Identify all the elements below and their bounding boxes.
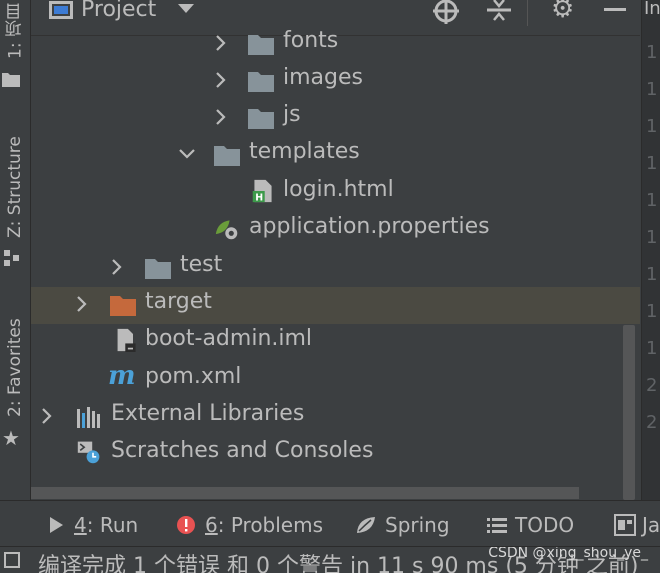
error-icon — [177, 516, 195, 534]
gutter-line-number: 1 — [646, 264, 658, 285]
maven-icon: m — [108, 361, 136, 391]
tree-item-images[interactable]: images — [31, 63, 640, 100]
tree-item-label: application.properties — [249, 214, 490, 239]
project-tree: fonts images js templates H login.html a… — [31, 28, 640, 486]
chevron-down-icon[interactable] — [177, 144, 197, 164]
tree-item-label: images — [283, 65, 363, 90]
folder-icon — [145, 259, 171, 279]
watermark: CSDN @xing_shou_ye_ — [488, 546, 648, 561]
tree-item-label: pom.xml — [145, 364, 242, 389]
gutter-line-number: 1 — [646, 227, 658, 248]
tab-run[interactable]: 4 : Run — [48, 513, 138, 537]
tab-spring-label: Spring — [385, 513, 450, 537]
chevron-right-icon[interactable] — [214, 70, 228, 90]
html-file-icon: H — [252, 179, 272, 203]
tree-item-scratches[interactable]: Scratches and Consoles — [31, 436, 640, 473]
scratches-icon — [77, 441, 100, 464]
tree-item-label: target — [145, 289, 212, 314]
tree-item-external-libraries[interactable]: External Libraries — [31, 399, 640, 436]
spring-leaf-icon — [357, 517, 375, 533]
tab-favorites[interactable]: 2: Favorites — [2, 310, 28, 425]
tree-item-label: templates — [249, 139, 360, 164]
tree-item-label: login.html — [283, 177, 394, 202]
tab-java-enterprise[interactable]: Ja — [614, 513, 660, 537]
gutter-line-number: 2 — [646, 412, 658, 433]
tree-item-boot-admin-iml[interactable]: boot-admin.iml — [31, 324, 640, 361]
chevron-right-icon[interactable] — [214, 107, 228, 127]
gear-icon[interactable]: ⚙ — [551, 0, 577, 22]
project-title[interactable]: Project — [81, 0, 156, 22]
folder-icon — [248, 35, 274, 55]
status-bar: 编译完成 1 个错误 和 0 个警告 in 11 s 90 ms (5 分钟 之… — [0, 546, 660, 573]
tab-favorites-label: 2: Favorites — [5, 318, 25, 417]
tab-problems-label: : Problems — [217, 513, 324, 537]
left-tool-strip: 1: 项目 Z: Structure 2: Favorites ★ — [0, 0, 31, 500]
tree-item-label: Scratches and Consoles — [111, 438, 374, 463]
divider — [527, 0, 528, 26]
libraries-icon — [77, 407, 100, 428]
iml-file-icon — [117, 328, 136, 352]
tab-structure-label: Z: Structure — [5, 136, 25, 238]
spring-properties-icon — [215, 220, 238, 240]
gutter-line-number: 1 — [646, 79, 658, 100]
project-view-icon — [49, 1, 73, 19]
tab-structure[interactable]: Z: Structure — [2, 128, 28, 246]
tab-todo[interactable]: TODO — [487, 513, 574, 537]
gutter-line-number: 1 — [646, 190, 658, 211]
play-icon — [50, 517, 63, 533]
tree-item-application-properties[interactable]: application.properties — [31, 212, 640, 249]
chevron-right-icon[interactable] — [40, 406, 54, 426]
collapse-all-icon[interactable] — [487, 0, 511, 22]
minimize-icon[interactable] — [604, 8, 626, 11]
java-enterprise-icon — [614, 514, 636, 536]
tree-item-label: External Libraries — [111, 401, 305, 426]
tree-item-pom-xml[interactable]: m pom.xml — [31, 361, 640, 399]
tab-todo-label: TODO — [515, 513, 575, 537]
tree-item-label: test — [180, 252, 223, 277]
tree-item-js[interactable]: js — [31, 100, 640, 137]
tab-run-label: : Run — [86, 513, 139, 537]
tree-item-templates[interactable]: templates — [31, 137, 640, 174]
tree-item-label: fonts — [283, 28, 339, 53]
tab-project[interactable]: 1: 项目 — [2, 0, 28, 62]
list-icon — [487, 518, 507, 533]
excluded-folder-icon — [110, 296, 136, 316]
chevron-right-icon[interactable] — [214, 33, 228, 53]
gutter-line-number: 1 — [646, 338, 658, 359]
tab-spring[interactable]: Spring — [355, 513, 450, 537]
tab-java-enterprise-label: Ja — [642, 513, 660, 537]
gutter-line-number: 1 — [646, 116, 658, 137]
tree-item-login-html[interactable]: H login.html — [31, 175, 640, 212]
bottom-tool-bar: 4 : Run 6 : Problems Spring TODO Ja — [0, 500, 660, 547]
chevron-right-icon[interactable] — [75, 294, 89, 314]
locate-icon[interactable] — [433, 0, 459, 24]
gutter-line-number: 1 — [646, 301, 658, 322]
gutter-line-number: 2 — [646, 375, 658, 396]
gutter-line-number: 1 — [646, 153, 658, 174]
folder-icon — [248, 109, 274, 129]
chevron-right-icon[interactable] — [110, 257, 124, 277]
tab-run-number: 4 — [74, 513, 87, 537]
folder-icon — [2, 71, 20, 87]
tree-item-test[interactable]: test — [31, 250, 640, 287]
tree-item-fonts[interactable]: fonts — [31, 26, 640, 63]
editor-gutter: In 1 1 1 1 1 1 1 1 1 2 2 — [641, 0, 660, 500]
tree-item-label: boot-admin.iml — [145, 326, 313, 351]
structure-icon — [4, 250, 20, 266]
star-icon: ★ — [2, 426, 20, 450]
tree-item-target[interactable]: target — [31, 287, 640, 324]
folder-icon — [214, 146, 240, 166]
vertical-scrollbar[interactable] — [623, 325, 635, 500]
gutter-text: In — [644, 0, 660, 19]
svg-text:H: H — [255, 192, 263, 203]
tab-project-label: 1: 项目 — [5, 3, 26, 59]
toggle-tool-windows-icon[interactable] — [4, 552, 20, 568]
tab-problems[interactable]: 6 : Problems — [176, 513, 323, 537]
folder-icon — [248, 72, 274, 92]
chevron-down-icon[interactable] — [178, 4, 194, 13]
tree-item-label: js — [283, 102, 301, 127]
horizontal-scrollbar[interactable] — [31, 487, 579, 499]
tab-problems-number: 6 — [205, 513, 218, 537]
gutter-line-number: 1 — [646, 42, 658, 63]
